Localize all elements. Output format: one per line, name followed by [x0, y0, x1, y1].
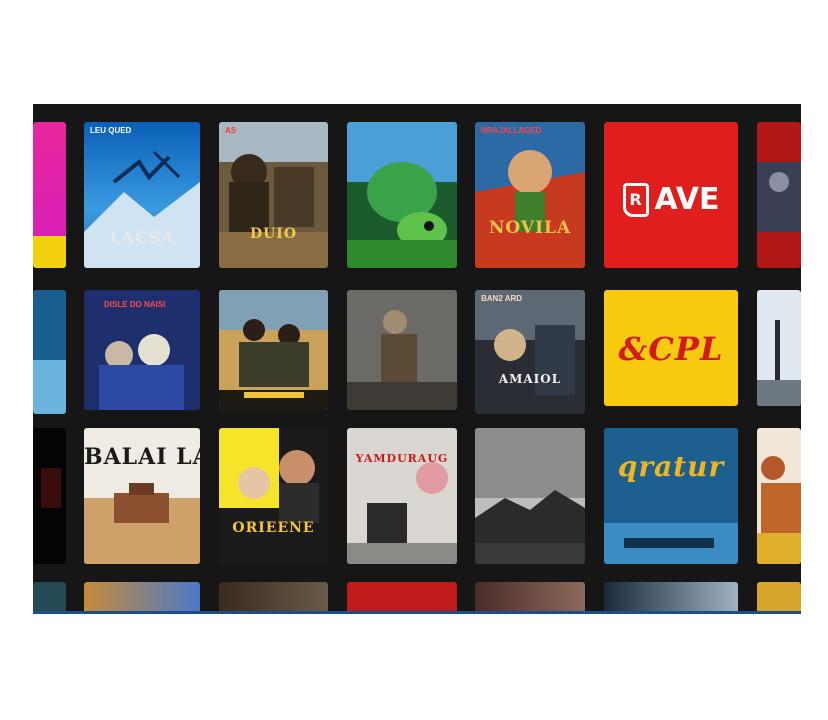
poster-row4-a[interactable] [33, 582, 66, 614]
poster-mountain-trio[interactable] [219, 290, 328, 410]
poster-tagline: DISLE DO NAISI [104, 300, 166, 309]
ave-logo-mark: R [622, 182, 649, 217]
poster-tagline: NRAJALLAGED [481, 126, 542, 135]
poster-art [475, 290, 585, 414]
poster-art [757, 290, 801, 406]
poster-art [219, 122, 328, 268]
poster-balai[interactable]: BALAI LAI [84, 428, 200, 564]
poster-art [219, 290, 328, 410]
poster-art [475, 428, 585, 564]
poster-tagline: BAN2 ARD [481, 294, 523, 303]
poster-art [347, 122, 457, 268]
tile-yellow-logo[interactable]: &CPL [604, 290, 738, 406]
poster-art [33, 428, 66, 564]
poster-title: NOVILA [488, 218, 572, 238]
poster-row4-e[interactable] [475, 582, 585, 614]
poster-blue-script[interactable]: qratur [604, 428, 738, 564]
poster-title: DUIO [249, 226, 298, 242]
poster-red-partial[interactable] [757, 122, 801, 268]
poster-art [604, 428, 738, 564]
poster-tagline: LEU QUED [90, 126, 132, 135]
poster-art [219, 428, 328, 564]
poster-art [347, 428, 457, 564]
poster-title: BALAI LAI [84, 444, 200, 470]
poster-title: LACSA [109, 228, 175, 247]
poster-row4-d[interactable] [347, 582, 457, 614]
poster-gray-landscape[interactable] [475, 428, 585, 564]
poster-art [475, 122, 585, 268]
poster-blue-group[interactable]: DISLE DO NAISI [84, 290, 200, 410]
poster-art [757, 428, 801, 564]
poster-title: ORIEENE [232, 520, 315, 536]
poster-grid-frame: LEU QUED LACSA AS DUIO NRAJALLAGED NOVIL… [33, 104, 801, 614]
poster-art [347, 290, 457, 410]
poster-blue-partial[interactable] [33, 290, 66, 414]
poster-lacsa[interactable]: LEU QUED LACSA [84, 122, 200, 268]
poster-stone-figure[interactable] [347, 290, 457, 410]
yellow-logo-text: &CPL [618, 330, 724, 368]
frame-bottom-edge [33, 611, 801, 614]
poster-yellow-duo[interactable]: ORIEENE [219, 428, 328, 564]
poster-magenta-yellow-partial[interactable] [33, 122, 66, 268]
poster-brown-adventure[interactable]: AS DUIO [219, 122, 328, 268]
poster-title: YAMDURAUG [355, 452, 449, 465]
poster-row4-f[interactable] [604, 582, 738, 614]
ave-logo: R AVE [604, 182, 738, 217]
poster-row4-c[interactable] [219, 582, 328, 614]
poster-row4-b[interactable] [84, 582, 200, 614]
poster-sky-partial[interactable] [757, 290, 801, 406]
poster-title: AMAIOL [498, 372, 562, 386]
poster-dark-sea[interactable]: BAN2 ARD AMAIOL [475, 290, 585, 414]
poster-pink-figure[interactable]: YAMDURAUG [347, 428, 457, 564]
poster-art [33, 290, 66, 414]
ave-logo-text: AVE [654, 182, 720, 217]
poster-tagline: AS [225, 126, 237, 135]
poster-row4-g[interactable] [757, 582, 801, 614]
poster-green-creature[interactable] [347, 122, 457, 268]
poster-dark-partial[interactable] [33, 428, 66, 564]
poster-orange-partial[interactable] [757, 428, 801, 564]
poster-art [757, 122, 801, 268]
poster-novila[interactable]: NRAJALLAGED NOVILA [475, 122, 585, 268]
poster-title: qratur [617, 450, 725, 483]
tile-ave-logo[interactable]: R AVE [604, 122, 738, 268]
